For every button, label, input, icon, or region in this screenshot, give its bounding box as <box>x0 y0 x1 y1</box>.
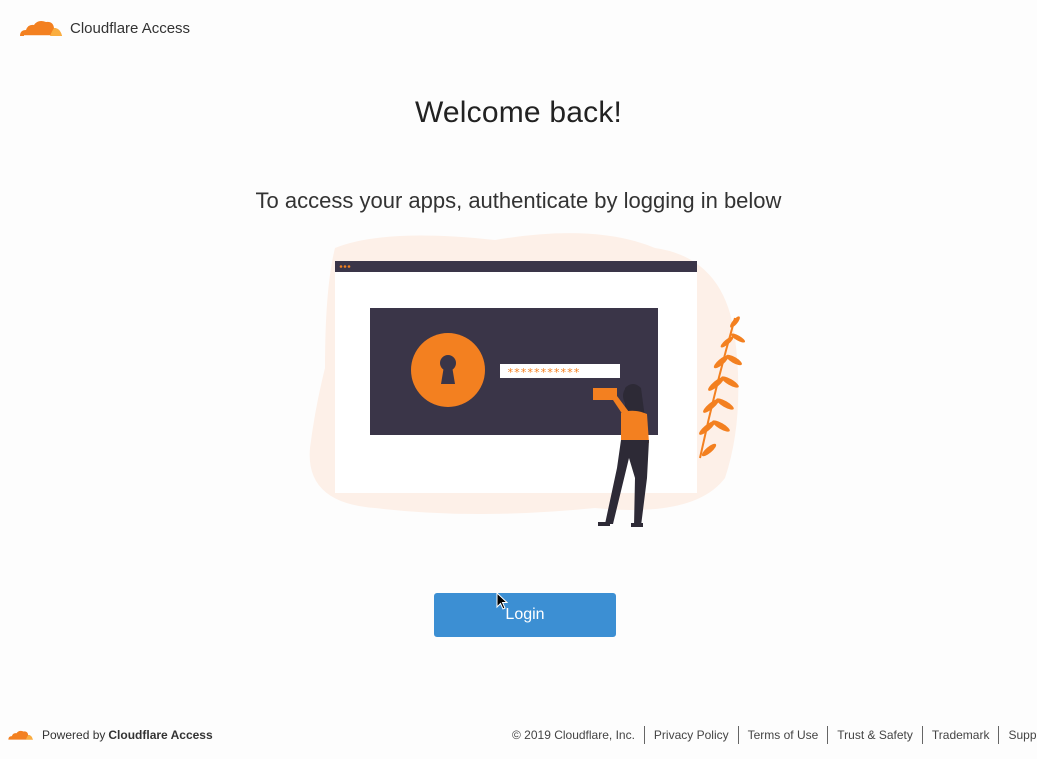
brand-name: Cloudflare Access <box>70 19 191 37</box>
footer-links: © 2019 Cloudflare, Inc. Privacy Policy T… <box>512 726 1037 744</box>
cloudflare-logo-icon <box>20 21 62 37</box>
powered-by-prefix: Powered by <box>42 728 106 742</box>
login-page: Cloudflare Access Welcome back! To acces… <box>0 0 1037 759</box>
page-title: Welcome back! <box>414 96 623 129</box>
cloudflare-logo-small-icon <box>8 730 33 740</box>
login-illustration: *********** <box>309 233 746 527</box>
header: Cloudflare Access <box>16 16 190 40</box>
footer: Powered by Cloudflare Access © 2019 Clou… <box>0 722 1037 754</box>
submit-button-illustration <box>593 388 617 400</box>
trust-safety-link[interactable]: Trust & Safety <box>827 726 922 744</box>
trademark-link[interactable]: Trademark <box>921 726 999 744</box>
support-link[interactable]: Support <box>998 726 1037 744</box>
login-button[interactable]: Login <box>434 593 616 637</box>
copyright-text: © 2019 Cloudflare, Inc. <box>512 728 635 742</box>
browser-titlebar <box>335 261 697 272</box>
password-mask: *********** <box>507 366 580 379</box>
powered-by-brand: Cloudflare Access <box>108 728 213 742</box>
terms-of-use-link[interactable]: Terms of Use <box>737 726 828 744</box>
page-subtitle: To access your apps, authenticate by log… <box>255 188 782 213</box>
privacy-policy-link[interactable]: Privacy Policy <box>643 726 738 744</box>
mouse-cursor-icon <box>496 592 508 610</box>
powered-by: Powered by Cloudflare Access <box>6 728 213 742</box>
